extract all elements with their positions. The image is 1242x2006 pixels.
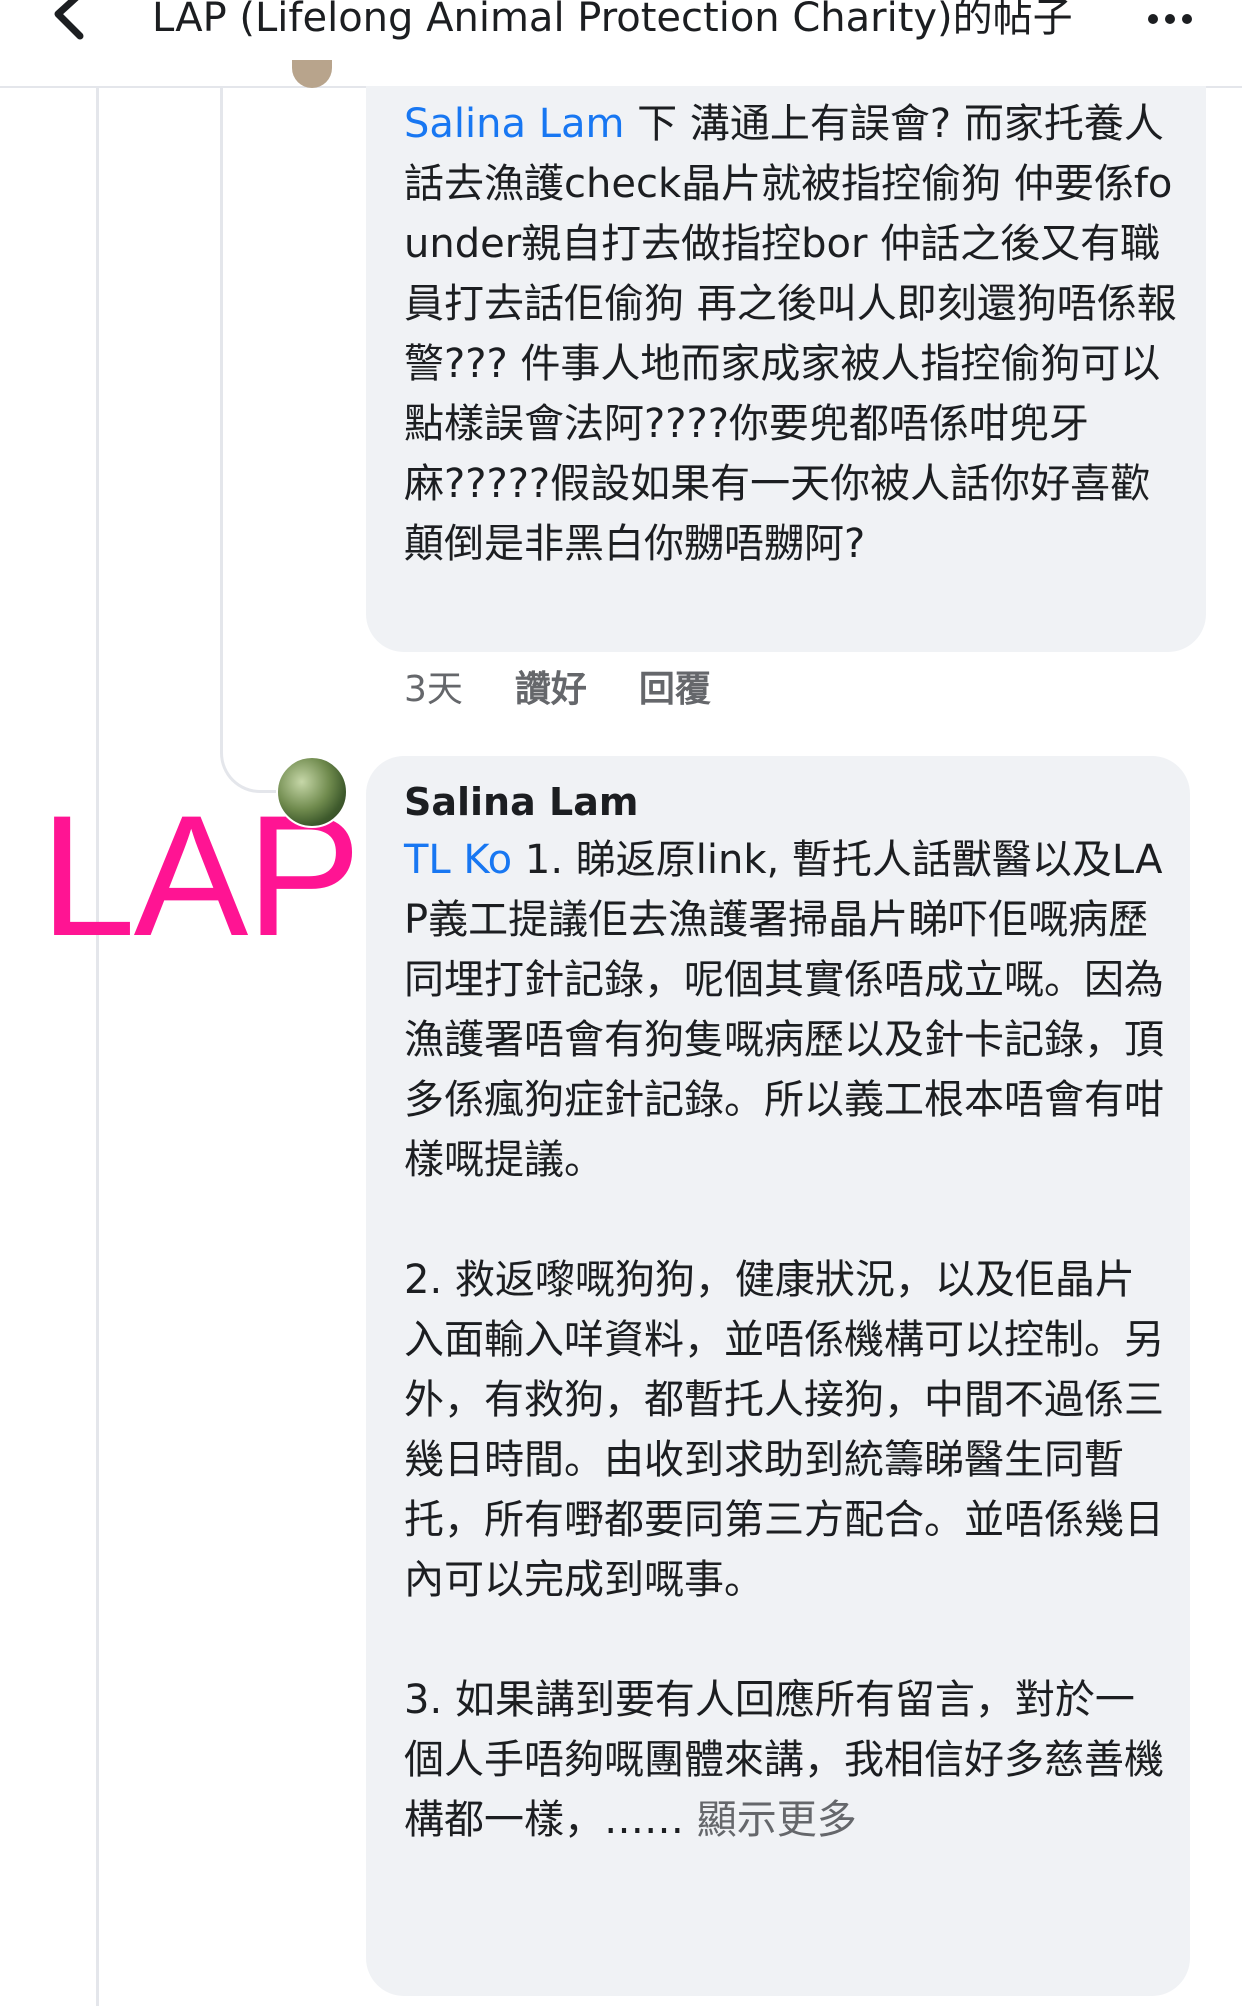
reply-button[interactable]: 回覆 (639, 662, 711, 718)
more-options-button[interactable] (1140, 4, 1200, 34)
back-button[interactable] (44, 0, 104, 60)
more-icon (1148, 14, 1158, 24)
thread-line (220, 86, 223, 726)
comment-actions: 3天 讚好 回覆 (404, 662, 711, 718)
comment-author[interactable]: Salina Lam (404, 778, 638, 826)
comment-text: TL Ko 1. 睇返原link, 暫托人話獸醫以及LA P義工提議佢去漁護署掃… (404, 830, 1164, 1850)
mention-link[interactable]: TL Ko (404, 837, 512, 883)
more-icon-dot (1182, 14, 1192, 24)
thread-line (96, 86, 99, 2006)
comment-timestamp[interactable]: 3天 (404, 662, 463, 718)
avatar[interactable] (276, 756, 348, 828)
like-button[interactable]: 讚好 (515, 662, 587, 718)
comment-body: 1. 睇返原link, 暫托人話獸醫以及LA P義工提議佢去漁護署掃晶片睇吓佢嘅… (404, 837, 1164, 1843)
mention-link[interactable]: Salina Lam (404, 101, 624, 147)
top-bar: LAP (Lifelong Animal Protection Charity)… (0, 0, 1242, 88)
more-icon-dot (1165, 14, 1175, 24)
chevron-left-icon (54, 0, 84, 40)
comment-text: Salina Lam 下 溝通上有誤會? 而家托養人話去漁護check晶片就被指… (404, 94, 1184, 574)
comment-body: 下 溝通上有誤會? 而家托養人話去漁護check晶片就被指控偷狗 仲要係foun… (404, 101, 1177, 567)
see-more-link[interactable]: 顯示更多 (697, 1797, 857, 1843)
page-title: LAP (Lifelong Animal Protection Charity)… (152, 0, 1073, 41)
